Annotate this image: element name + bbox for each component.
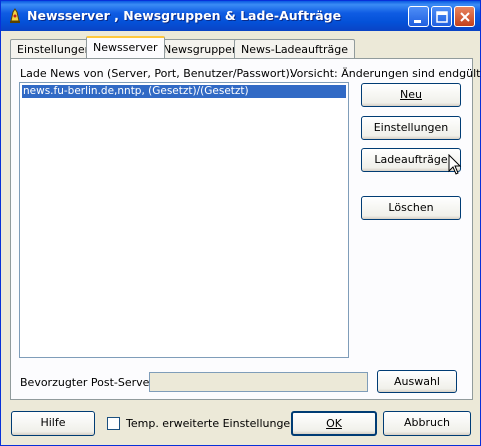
- tab-label: Newsserver: [93, 41, 158, 54]
- minimize-icon: [414, 20, 421, 23]
- newsserver-panel: Lade News von (Server, Port, Benutzer/Pa…: [10, 58, 481, 400]
- delete-button-label: Löschen: [388, 201, 434, 214]
- window-title: Newsserver , Newsgruppen & Lade-Aufträge: [27, 8, 342, 23]
- tab-label: Newsgruppen: [163, 43, 239, 56]
- temp-settings-checkbox[interactable]: [107, 417, 120, 430]
- tab-label: News-Ladeaufträge: [241, 43, 349, 56]
- warning-text: Vorsicht: Änderungen sind endgültig!: [290, 67, 481, 80]
- dialog-window: Newsserver , Newsgruppen & Lade-Aufträge…: [0, 0, 481, 446]
- server-list-label: Lade News von (Server, Port, Benutzer/Pa…: [20, 67, 294, 80]
- settings-button[interactable]: Einstellungen: [361, 116, 461, 140]
- mouse-cursor-icon: [448, 154, 462, 175]
- load-jobs-button[interactable]: Ladeaufträge: [361, 148, 461, 172]
- server-listbox[interactable]: news.fu-berlin.de,nntp, (Gesetzt)/(Geset…: [19, 82, 349, 358]
- help-button-label: Hilfe: [40, 416, 66, 429]
- app-lamp-icon: [10, 8, 20, 23]
- tab-label: Einstellungen: [17, 43, 92, 56]
- close-icon: [460, 12, 470, 22]
- minimize-button[interactable]: [408, 6, 429, 27]
- delete-button[interactable]: Löschen: [361, 196, 461, 220]
- maximize-icon: [436, 11, 448, 23]
- post-server-label: Bevorzugter Post-Server:: [20, 376, 158, 389]
- select-button-label: Auswahl: [394, 375, 440, 388]
- load-jobs-button-label: Ladeaufträge: [374, 153, 448, 166]
- ok-button[interactable]: OK: [291, 411, 377, 436]
- new-button[interactable]: Neu: [361, 83, 461, 107]
- tab-newsgruppen[interactable]: Newsgruppen: [156, 39, 246, 58]
- select-button[interactable]: Auswahl: [377, 370, 457, 393]
- maximize-button[interactable]: [431, 6, 452, 27]
- tab-news-ladeauftraege[interactable]: News-Ladeaufträge: [234, 39, 356, 58]
- settings-button-label: Einstellungen: [373, 121, 449, 134]
- list-item[interactable]: news.fu-berlin.de,nntp, (Gesetzt)/(Geset…: [22, 85, 346, 98]
- help-button[interactable]: Hilfe: [11, 411, 95, 436]
- post-server-field[interactable]: [149, 372, 368, 392]
- cancel-button-label: Abbruch: [403, 416, 450, 429]
- ok-button-label: OK: [326, 417, 342, 430]
- title-bar[interactable]: Newsserver , Newsgruppen & Lade-Aufträge: [1, 1, 480, 31]
- close-button[interactable]: [454, 6, 475, 27]
- new-button-label: Neu: [400, 88, 422, 101]
- temp-settings-label[interactable]: Temp. erweiterte Einstellungen: [126, 417, 297, 430]
- cancel-button[interactable]: Abbruch: [383, 411, 471, 436]
- tab-newsserver[interactable]: Newsserver: [86, 36, 165, 58]
